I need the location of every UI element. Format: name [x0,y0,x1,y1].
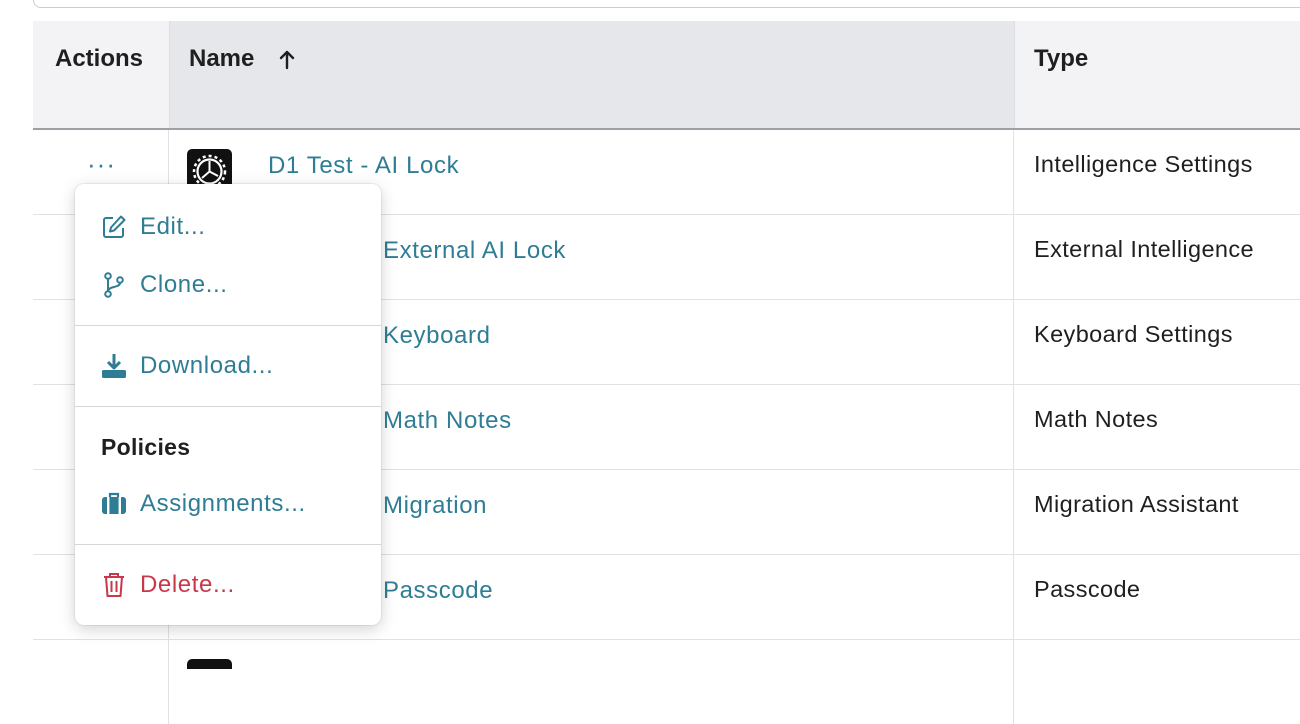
profile-name-link[interactable]: D1 Test - AI Lock [268,152,459,180]
clone-menu-item[interactable]: Clone... [75,262,381,310]
search-panel-frame [33,0,1300,8]
column-header-actions-label: Actions [55,45,144,72]
actions-cell [33,640,169,724]
profile-type: Migration Assistant [1034,491,1239,517]
delete-menu-item[interactable]: Delete... [75,562,381,610]
type-cell: Passcode [1014,555,1300,639]
profile-name-link[interactable]: Keyboard [383,322,491,350]
settings-gear-icon [187,659,232,669]
download-icon [102,354,126,378]
column-header-type-label: Type [1034,45,1089,72]
type-cell [1014,640,1300,724]
download-menu-label: Download... [140,352,274,379]
type-cell: Math Notes [1014,385,1300,469]
type-cell: Migration Assistant [1014,470,1300,554]
trash-icon [104,573,124,597]
briefcase-icon [102,492,126,514]
profile-type: Math Notes [1034,406,1159,432]
branch-icon [104,272,124,298]
menu-divider [75,544,381,545]
row-actions-menu: Edit... Clone... Download... Policies As… [75,184,381,625]
download-menu-item[interactable]: Download... [75,343,381,391]
profile-name-link[interactable]: Passcode [383,577,493,605]
edit-menu-item[interactable]: Edit... [75,204,381,252]
name-cell [169,640,1014,724]
type-cell: External Intelligence [1014,215,1300,299]
edit-menu-label: Edit... [140,213,206,240]
assignments-menu-item[interactable]: Assignments... [75,481,381,529]
arrow-up-icon[interactable] [277,49,297,71]
profile-type: Intelligence Settings [1034,151,1253,177]
more-actions-button[interactable]: ··· [87,151,116,177]
column-header-name[interactable]: Name [169,21,1015,128]
policies-section-title: Policies [101,434,191,460]
profile-type: Keyboard Settings [1034,321,1233,347]
profile-type: Passcode [1034,576,1141,602]
assignments-menu-label: Assignments... [140,490,306,517]
type-cell: Keyboard Settings [1014,300,1300,384]
type-cell: Intelligence Settings [1014,130,1300,214]
profile-name-link[interactable]: External AI Lock [383,237,566,265]
clone-menu-label: Clone... [140,271,228,298]
menu-divider [75,406,381,407]
column-header-actions: Actions [33,21,168,128]
menu-divider [75,325,381,326]
column-header-type[interactable]: Type [1014,21,1300,128]
profile-name-link[interactable]: Math Notes [383,407,512,435]
profile-name-link[interactable]: Migration [383,492,487,520]
column-header-name-label: Name [189,45,255,72]
table-row [33,640,1300,724]
edit-icon [103,215,126,238]
profile-type: External Intelligence [1034,236,1255,262]
delete-menu-label: Delete... [140,571,235,598]
table-header: Actions Name Type [33,21,1300,130]
